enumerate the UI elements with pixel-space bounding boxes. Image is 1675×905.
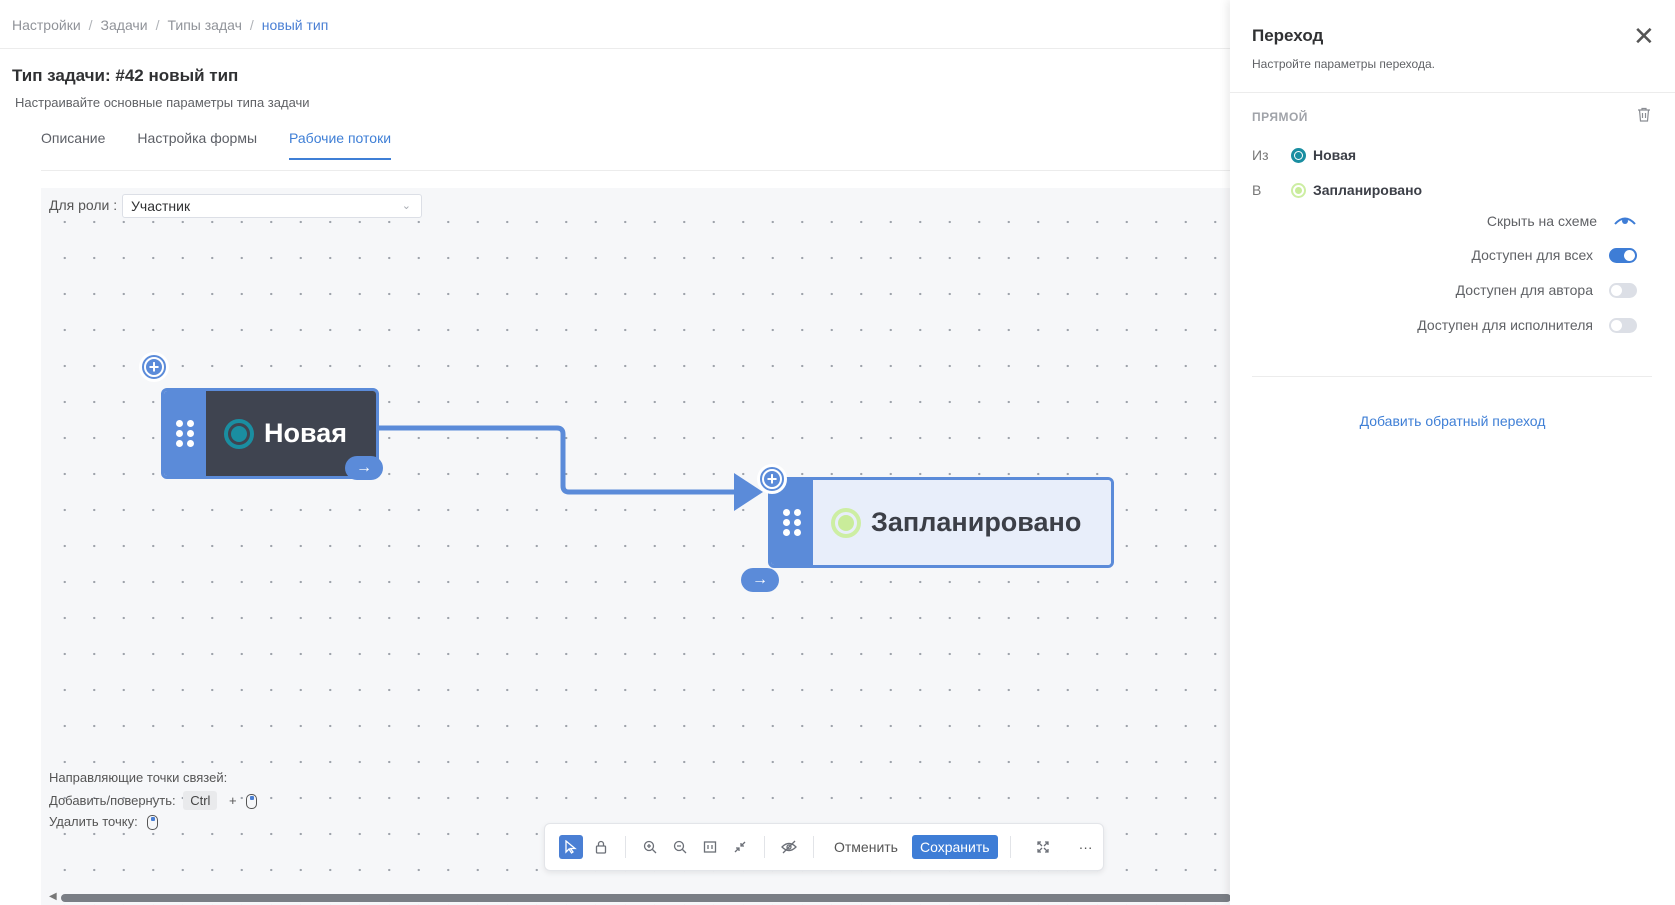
breadcrumb-settings[interactable]: Настройки (12, 17, 81, 33)
panel-subtitle: Настройте параметры перехода. (1252, 57, 1435, 71)
toolbar-divider (764, 836, 765, 858)
status-circle-icon (831, 507, 861, 538)
more-button[interactable]: ··· (1071, 839, 1101, 855)
toolbar-divider (813, 836, 814, 858)
from-label: Из (1252, 147, 1269, 163)
transition-edge[interactable] (368, 425, 741, 495)
node-label: Запланировано (871, 507, 1082, 537)
section-direct-label: ПРЯМОЙ (1252, 110, 1308, 124)
status-circle-icon (1291, 182, 1306, 198)
to-status-label: Запланировано (1313, 182, 1423, 198)
hint-add-rotate: Добавить/повернуть: Ctrl + (49, 791, 258, 810)
transition-panel: Переход Настройте параметры перехода. ✕ … (1230, 0, 1675, 905)
tabs-divider (41, 170, 1230, 171)
drag-handle-icon[interactable] (164, 391, 206, 476)
option-available-assignee: Доступен для исполнителя (1417, 317, 1637, 333)
arrow-right-icon[interactable]: → (741, 568, 779, 592)
breadcrumb-current: новый тип (261, 17, 329, 33)
toggle-available-all[interactable] (1609, 247, 1637, 263)
scrollbar-thumb[interactable] (61, 894, 1230, 902)
option-available-author: Доступен для автора (1456, 282, 1637, 298)
from-status-label: Новая (1313, 147, 1357, 163)
horizontal-scrollbar[interactable]: ◀ (49, 891, 1230, 902)
tab-workflows[interactable]: Рабочие потоки (289, 130, 392, 160)
add-transition-plus-icon[interactable]: + (139, 352, 169, 382)
tab-bar: Описание Настройка формы Рабочие потоки (41, 130, 392, 160)
arrow-right-icon[interactable]: → (345, 456, 383, 480)
collapse-icon[interactable] (728, 835, 752, 859)
mouse-icon (147, 815, 159, 831)
from-status: Новая (1291, 147, 1356, 163)
option-label: Доступен для исполнителя (1417, 317, 1593, 333)
hint-delete: Удалить точку: (49, 814, 159, 831)
page-subtitle: Настраивайте основные параметры типа зад… (15, 95, 310, 110)
status-circle-icon (1291, 147, 1306, 163)
tab-description[interactable]: Описание (41, 130, 105, 160)
option-label: Скрыть на схеме (1486, 213, 1597, 229)
cancel-button[interactable]: Отменить (826, 839, 906, 855)
save-button[interactable]: Сохранить (911, 835, 998, 859)
fit-icon[interactable] (698, 835, 722, 859)
pointer-icon[interactable] (559, 835, 583, 859)
panel-divider (1252, 376, 1652, 377)
add-reverse-transition-link[interactable]: Добавить обратный переход (1230, 413, 1675, 429)
lock-icon[interactable] (589, 835, 613, 859)
option-label: Доступен для автора (1455, 282, 1593, 298)
hide-icon[interactable] (777, 835, 801, 859)
to-label: В (1252, 182, 1262, 198)
status-node-planned[interactable]: Запланировано (768, 477, 1114, 568)
hint-delete-label: Удалить точку: (49, 814, 138, 829)
scroll-left-arrow-icon[interactable]: ◀ (49, 891, 57, 902)
option-hide-on-scheme: Скрыть на схеме (1487, 213, 1637, 229)
toggle-available-assignee[interactable] (1609, 317, 1637, 333)
close-icon[interactable]: ✕ (1633, 23, 1655, 49)
to-status: Запланировано (1291, 182, 1422, 198)
trash-icon[interactable] (1637, 107, 1651, 122)
plus-sign: + (229, 793, 237, 808)
option-label: Доступен для всех (1471, 247, 1593, 263)
breadcrumb-task-types[interactable]: Типы задач (167, 17, 241, 33)
header-divider (0, 48, 1230, 49)
breadcrumb: Настройки / Задачи / Типы задач / новый … (12, 17, 328, 33)
toolbar-divider (1009, 836, 1011, 858)
hint-add-label: Добавить/повернуть: (49, 793, 176, 808)
breadcrumb-separator: / (155, 17, 160, 33)
breadcrumb-tasks[interactable]: Задачи (101, 17, 148, 33)
eye-icon[interactable] (1613, 214, 1637, 228)
hint-title: Направляющие точки связей: (49, 770, 228, 785)
workflow-canvas[interactable]: Для роли : Участник ⌄ Новая + → Запланир… (41, 188, 1230, 905)
zoom-in-icon[interactable] (638, 835, 662, 859)
status-circle-icon (224, 418, 254, 449)
fullscreen-icon[interactable] (1031, 835, 1055, 859)
ctrl-key: Ctrl (183, 791, 218, 810)
breadcrumb-separator: / (88, 17, 93, 33)
mouse-icon (246, 794, 258, 810)
toggle-available-author[interactable] (1609, 282, 1637, 298)
option-available-all: Доступен для всех (1471, 247, 1637, 263)
page-title: Тип задачи: #42 новый тип (12, 66, 239, 85)
canvas-toolbar: Отменить Сохранить ··· (544, 823, 1104, 871)
add-transition-plus-icon[interactable]: + (757, 464, 787, 494)
node-label: Новая (264, 418, 348, 448)
panel-title: Переход (1252, 26, 1324, 45)
toolbar-divider (625, 836, 626, 858)
zoom-out-icon[interactable] (668, 835, 692, 859)
breadcrumb-separator: / (249, 17, 254, 33)
tab-form-settings[interactable]: Настройка формы (137, 130, 257, 160)
panel-divider (1230, 92, 1675, 93)
